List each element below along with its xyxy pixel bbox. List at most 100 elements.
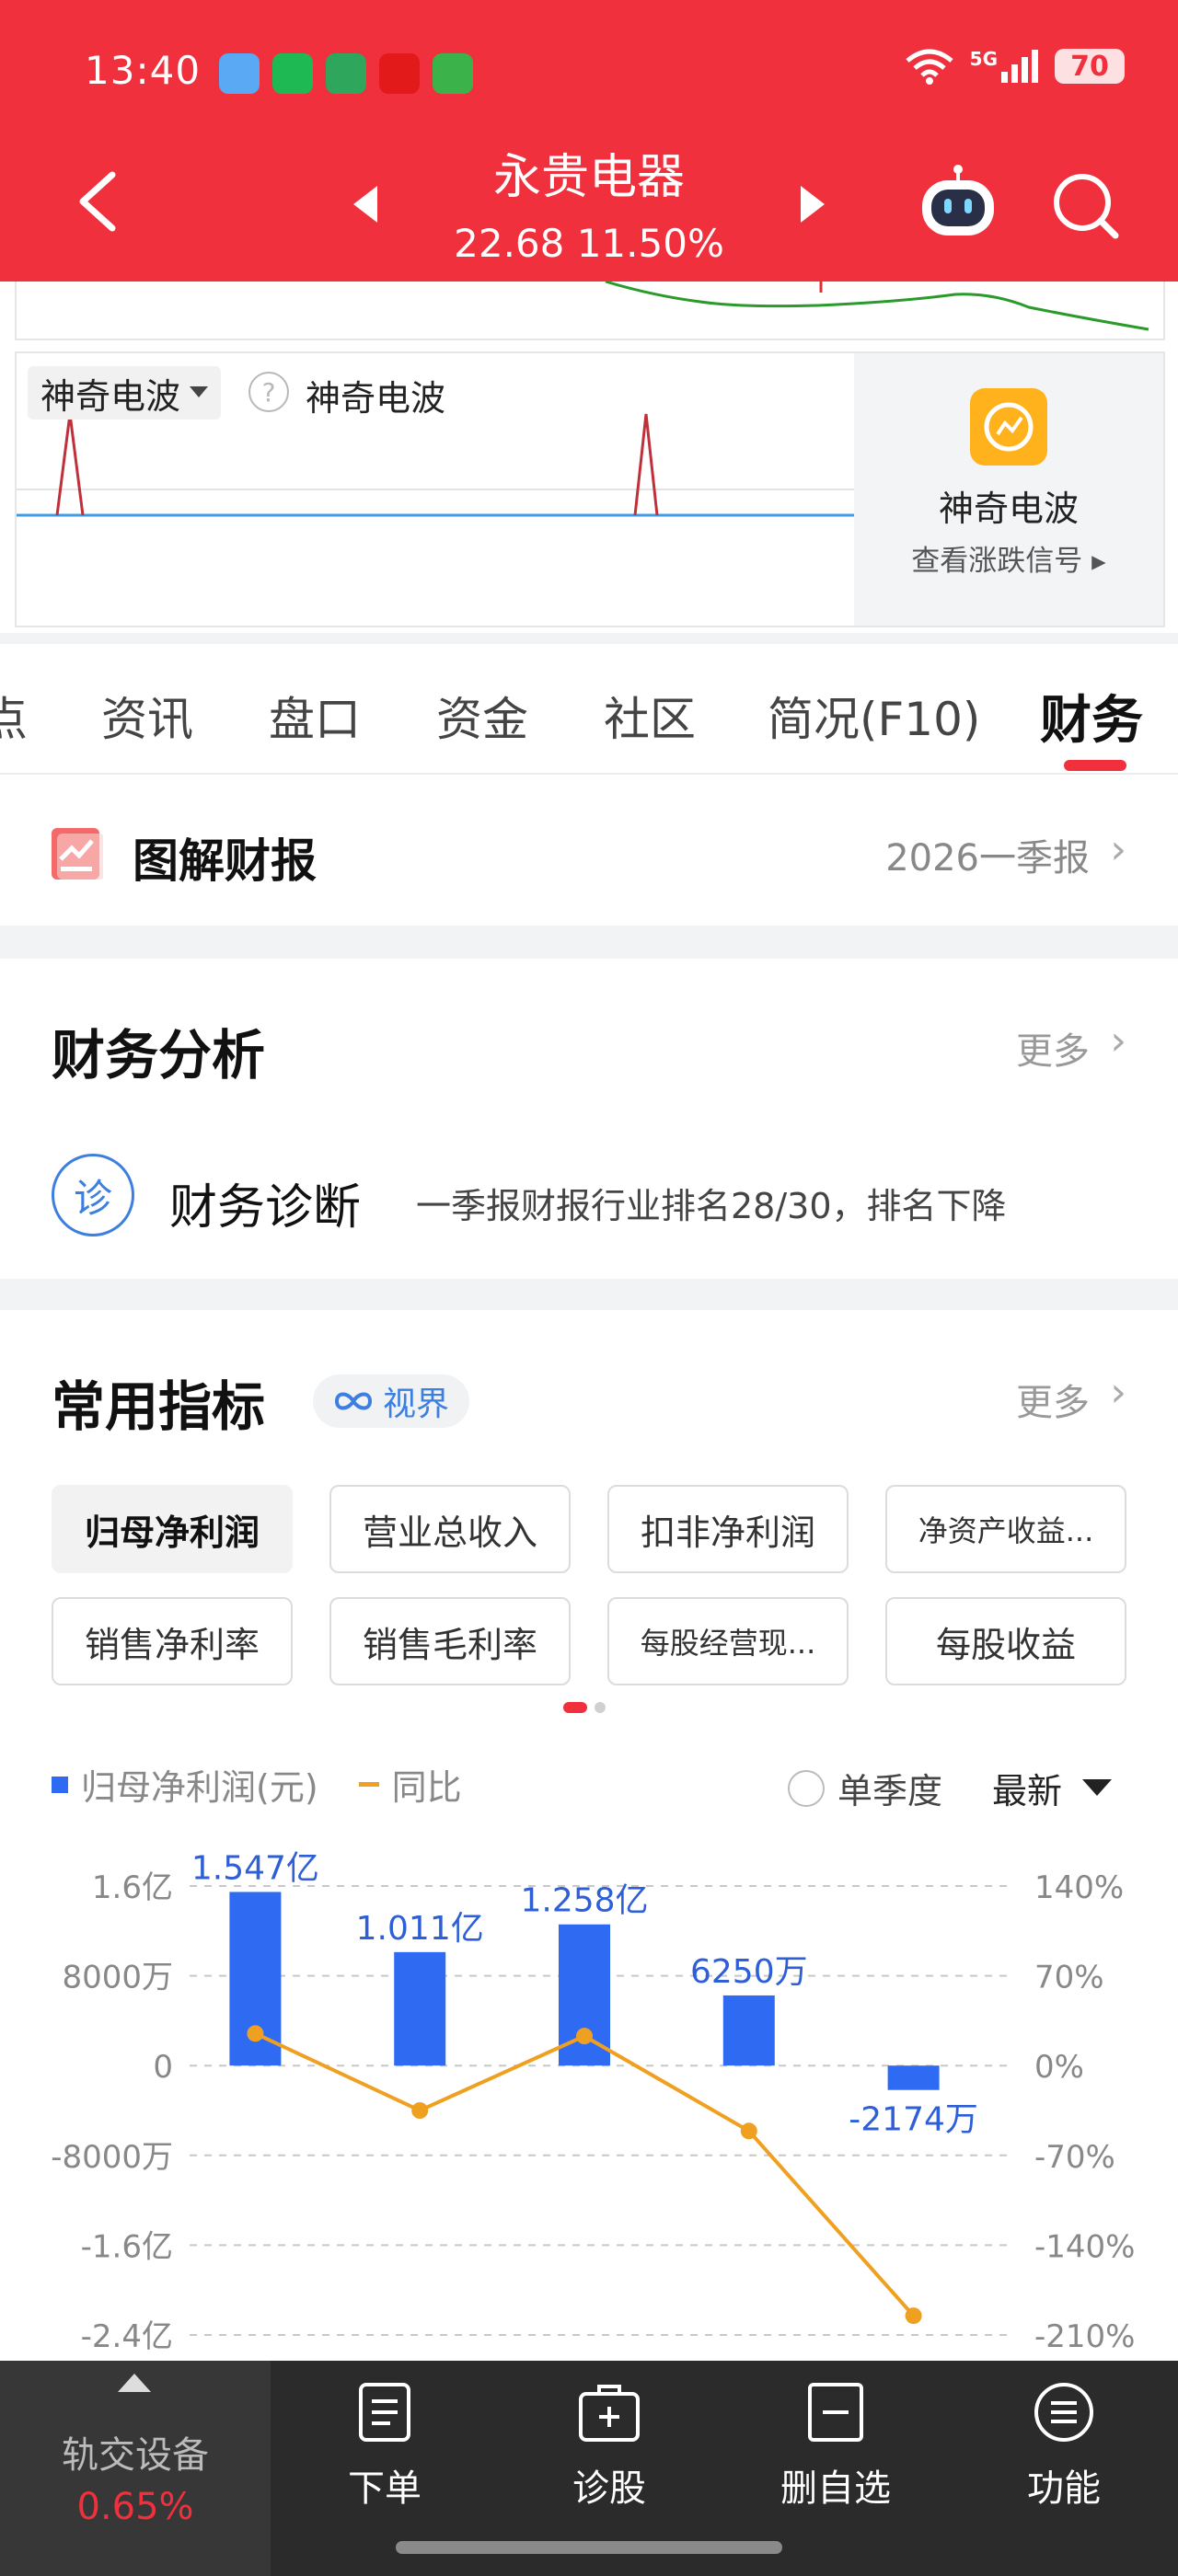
chip-operating-cashflow-per-share[interactable]: 每股经营现...: [607, 1597, 849, 1685]
app-header: 13:40 5G 70 永贵电器 22.68 11.50%: [0, 0, 1178, 282]
vision-badge[interactable]: 视界: [313, 1374, 470, 1428]
bar: [394, 1951, 446, 2066]
diagnosis-description[interactable]: 一季报财报行业排名28/30，排名下降: [416, 1178, 1007, 1228]
tab-partial[interactable]: 点: [0, 683, 28, 749]
search-icon[interactable]: [1051, 171, 1121, 245]
chip-total-revenue[interactable]: 营业总收入: [329, 1485, 571, 1573]
stock-name: 永贵电器: [492, 150, 685, 205]
dropdown-triangle-icon: [190, 386, 209, 397]
yoy-line: [254, 2031, 916, 2317]
left-axis-tick: 0: [153, 2049, 173, 2086]
right-axis-tick: 140%: [1034, 1869, 1124, 1906]
illustrated-report-row[interactable]: 图解财报 2026一季报 ›: [0, 776, 1178, 926]
bar: [887, 2065, 940, 2090]
divider: [0, 926, 1178, 959]
bank-app-icon: [379, 53, 420, 94]
chip-eps[interactable]: 每股收益: [885, 1597, 1126, 1685]
divider: [0, 633, 1178, 644]
left-axis-tick: 1.6亿: [92, 1869, 173, 1906]
page-indicator-dots: [563, 1702, 606, 1713]
indicators-more-link[interactable]: 更多: [1016, 1373, 1090, 1426]
chip-adjusted-net-profit[interactable]: 扣非净利润: [607, 1485, 849, 1573]
chevron-right-icon: ›: [1110, 826, 1126, 873]
indicator-title: 神奇电波: [306, 378, 446, 419]
chip-net-profit-parent[interactable]: 归母净利润: [52, 1485, 293, 1573]
chip-gross-margin[interactable]: 销售毛利率: [329, 1597, 571, 1685]
period-select[interactable]: 最新: [992, 1763, 1113, 1813]
detail-tabs: 点 资讯 盘口 资金 社区 简况(F10) 财务: [0, 644, 1178, 775]
promo-title: 神奇电波: [938, 489, 1079, 529]
wave-signal-promo-card[interactable]: 神奇电波 查看涨跌信号 ▸: [854, 353, 1163, 626]
legend-line-label: 同比: [391, 1767, 462, 1808]
help-icon[interactable]: ?: [248, 372, 289, 412]
order-button[interactable]: 下单: [293, 2381, 477, 2512]
right-axis-tick: 70%: [1034, 1960, 1104, 1996]
tab-finance[interactable]: 财务: [1040, 679, 1143, 753]
stock-price-change: 22.68 11.50%: [454, 221, 724, 266]
chevron-right-icon: ›: [1110, 1018, 1126, 1064]
left-axis-tick: -8000万: [51, 2139, 173, 2176]
bar-data-label: 6250万: [690, 1953, 808, 1991]
report-title: 图解财报: [133, 834, 317, 888]
analysis-more-link[interactable]: 更多: [1016, 1021, 1090, 1075]
medical-kit-icon: [579, 2385, 640, 2442]
signal-app-icon: [970, 388, 1047, 466]
left-axis-tick: 8000万: [62, 1960, 173, 1996]
bar-data-label: 1.011亿: [356, 1910, 484, 1948]
right-axis-tick: -210%: [1034, 2318, 1135, 2355]
chart-legend: 归母净利润(元) 同比: [52, 1759, 462, 1810]
message-app-icon: [272, 53, 313, 94]
report-chart-icon: [52, 828, 105, 880]
tab-funds[interactable]: 资金: [436, 683, 528, 749]
remove-box-icon: [808, 2383, 863, 2442]
sector-quote[interactable]: 轨交设备 0.65%: [0, 2361, 271, 2576]
right-axis-tick: -70%: [1034, 2139, 1115, 2176]
remove-watchlist-button[interactable]: 删自选: [744, 2381, 928, 2512]
analysis-title: 财务分析: [52, 1024, 266, 1087]
radio-button[interactable]: [788, 1769, 825, 1807]
sector-change: 0.65%: [76, 2486, 194, 2528]
tab-orderbook[interactable]: 盘口: [269, 683, 361, 749]
bar: [722, 1995, 775, 2066]
weather-app-icon: [219, 53, 260, 94]
active-tab-indicator: [1064, 760, 1126, 771]
security-app-icon: [433, 53, 473, 94]
legend-bar-swatch: [52, 1776, 68, 1793]
sector-name: 轨交设备: [62, 2434, 209, 2477]
dropdown-triangle-icon: [1082, 1778, 1113, 1796]
divider: [0, 1279, 1178, 1310]
single-quarter-toggle[interactable]: 单季度: [788, 1763, 942, 1813]
diagnosis-title[interactable]: 财务诊断: [169, 1168, 361, 1237]
yoy-point: [576, 2028, 593, 2045]
infinity-icon: [334, 1392, 373, 1410]
chip-net-margin[interactable]: 销售净利率: [52, 1597, 293, 1685]
indicator-select[interactable]: 神奇电波: [28, 366, 222, 420]
kline-chart-remnant: [15, 280, 1165, 340]
yoy-point: [905, 2307, 922, 2325]
home-indicator: [396, 2541, 782, 2554]
cellular-signal-icon: 5G: [970, 48, 1040, 85]
left-axis-tick: -2.4亿: [81, 2318, 173, 2355]
net-profit-chart: 1.6亿 140% 8000万 70% 0 0% -8000万 -70% -1.6亿 -140% -…: [51, 1849, 1135, 2355]
diagnose-stock-button[interactable]: 诊股: [517, 2381, 701, 2512]
functions-button[interactable]: 功能: [972, 2381, 1156, 2512]
next-stock-button[interactable]: [797, 184, 828, 228]
tab-news[interactable]: 资讯: [101, 683, 193, 749]
left-axis-tick: -1.6亿: [81, 2228, 173, 2265]
chip-roe[interactable]: 净资产收益...: [885, 1485, 1126, 1573]
report-period: 2026一季报: [885, 837, 1090, 880]
carrier-app-icon: [326, 53, 366, 94]
tab-profile-f10[interactable]: 简况(F10): [768, 683, 980, 749]
ai-assistant-robot-icon[interactable]: [917, 164, 999, 245]
page-dot: [595, 1702, 606, 1713]
order-document-icon: [359, 2383, 410, 2442]
expand-up-icon[interactable]: [118, 2372, 151, 2392]
bar-data-label: 1.258亿: [520, 1882, 648, 1920]
chevron-right-icon: ›: [1110, 1369, 1126, 1416]
tab-community[interactable]: 社区: [604, 683, 696, 749]
legend-line-swatch: [358, 1782, 379, 1787]
wifi-icon: [904, 48, 955, 85]
menu-circle-icon: [1034, 2383, 1093, 2442]
right-axis-tick: 0%: [1034, 2049, 1084, 2086]
price-line-chart: [605, 280, 1149, 331]
